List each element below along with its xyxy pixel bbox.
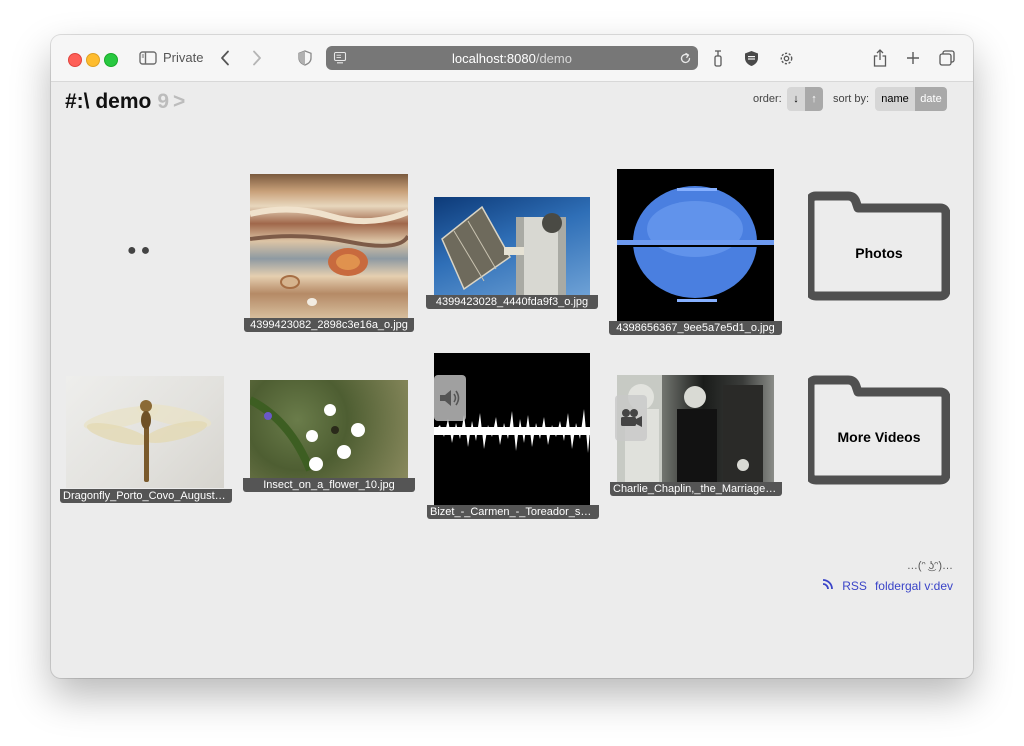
gallery-item[interactable]: Dragonfly_Porto_Covo_August_2012.jpg xyxy=(60,376,232,503)
back-arrow-icon[interactable] xyxy=(217,49,233,67)
sidebar-icon[interactable] xyxy=(138,49,158,67)
forward-arrow-icon[interactable] xyxy=(249,49,265,67)
privacy-shield-icon[interactable] xyxy=(297,49,313,67)
shield-extension-icon[interactable] xyxy=(742,48,760,68)
rss-link[interactable]: RSS xyxy=(842,579,867,593)
breadcrumb-current[interactable]: #:\ demo xyxy=(65,90,151,113)
footer-emoticon: …(ᵔ ͜ʖᵔ)… xyxy=(906,560,953,572)
gear-icon[interactable] xyxy=(776,48,796,68)
gallery-item[interactable]: Bizet_-_Carmen_-_Toreador_song.mp3 xyxy=(427,353,599,523)
url-path: /demo xyxy=(535,51,572,66)
item-caption: 4398656367_9ee5a7e5d1_o.jpg xyxy=(609,321,782,335)
sort-toggle: name date xyxy=(875,87,947,111)
order-label: order: xyxy=(753,93,782,105)
url-text: localhost:8080/demo xyxy=(326,51,698,66)
order-desc-button[interactable]: ↓ xyxy=(787,87,805,111)
item-caption: Dragonfly_Porto_Covo_August_2012.jpg xyxy=(60,489,232,503)
sort-date-button[interactable]: date xyxy=(915,87,947,111)
footer-links: RSS foldergal v:dev xyxy=(822,578,953,593)
video-camera-icon xyxy=(615,395,647,441)
gallery-item[interactable]: Charlie_Chaplin,_the_Marriage.webm xyxy=(610,375,782,499)
browser-toolbar: Private localhost:8080/demo xyxy=(51,35,973,82)
tab-overview-icon[interactable] xyxy=(937,48,957,68)
minimize-window-button[interactable] xyxy=(86,53,100,67)
gallery-item[interactable]: 4398656367_9ee5a7e5d1_o.jpg xyxy=(609,169,782,339)
new-tab-plus-icon[interactable] xyxy=(904,48,922,68)
parent-folder-link[interactable]: ●● xyxy=(127,242,167,262)
item-count: 9 xyxy=(157,90,170,113)
url-host: localhost:8080 xyxy=(452,51,536,66)
rss-icon[interactable] xyxy=(822,578,834,593)
folder-photos[interactable]: Photos xyxy=(805,190,951,302)
reload-icon[interactable] xyxy=(678,51,692,65)
clean-tool-icon[interactable] xyxy=(710,48,726,68)
folder-label: More Videos xyxy=(837,429,921,445)
breadcrumb-arrow[interactable]: > xyxy=(173,90,185,113)
order-asc-button[interactable]: ↑ xyxy=(805,87,823,111)
insect-flower-thumbnail xyxy=(250,380,408,480)
address-bar[interactable]: localhost:8080/demo xyxy=(326,46,698,70)
sort-by-label: sort by: xyxy=(833,93,870,105)
item-caption: Bizet_-_Carmen_-_Toreador_song.mp3 xyxy=(427,505,599,519)
saturn-thumbnail xyxy=(617,169,774,327)
version-link[interactable]: foldergal v:dev xyxy=(875,579,953,593)
item-caption: 4399423082_2898c3e16a_o.jpg xyxy=(244,318,414,332)
item-caption: Insect_on_a_flower_10.jpg xyxy=(243,478,415,492)
gallery-item[interactable]: 4399423082_2898c3e16a_o.jpg xyxy=(244,174,414,334)
sort-name-button[interactable]: name xyxy=(875,87,915,111)
browser-window: Private localhost:8080/demo #:\ demo 9 >… xyxy=(51,35,973,678)
close-window-button[interactable] xyxy=(68,53,82,67)
dragonfly-thumbnail xyxy=(66,376,224,488)
gallery-item[interactable]: Insect_on_a_flower_10.jpg xyxy=(243,380,415,492)
gallery-item[interactable]: 4399423028_4440fda9f3_o.jpg xyxy=(426,197,598,312)
order-toggle: ↓ ↑ xyxy=(787,87,823,111)
folder-label: Photos xyxy=(855,245,903,261)
share-icon[interactable] xyxy=(871,47,889,69)
jupiter-thumbnail xyxy=(250,174,408,320)
folder-more-videos[interactable]: More Videos xyxy=(805,374,951,486)
private-mode-label: Private xyxy=(163,50,204,65)
page-title: #:\ demo 9 > xyxy=(65,90,185,114)
zoom-window-button[interactable] xyxy=(104,53,118,67)
item-caption: Charlie_Chaplin,_the_Marriage.webm xyxy=(610,482,782,496)
page-content: #:\ demo 9 > order: ↓ ↑ sort by: name date… xyxy=(51,82,973,678)
hubble-thumbnail xyxy=(434,197,590,297)
speaker-icon xyxy=(434,375,466,421)
item-caption: 4399423028_4440fda9f3_o.jpg xyxy=(426,295,598,309)
